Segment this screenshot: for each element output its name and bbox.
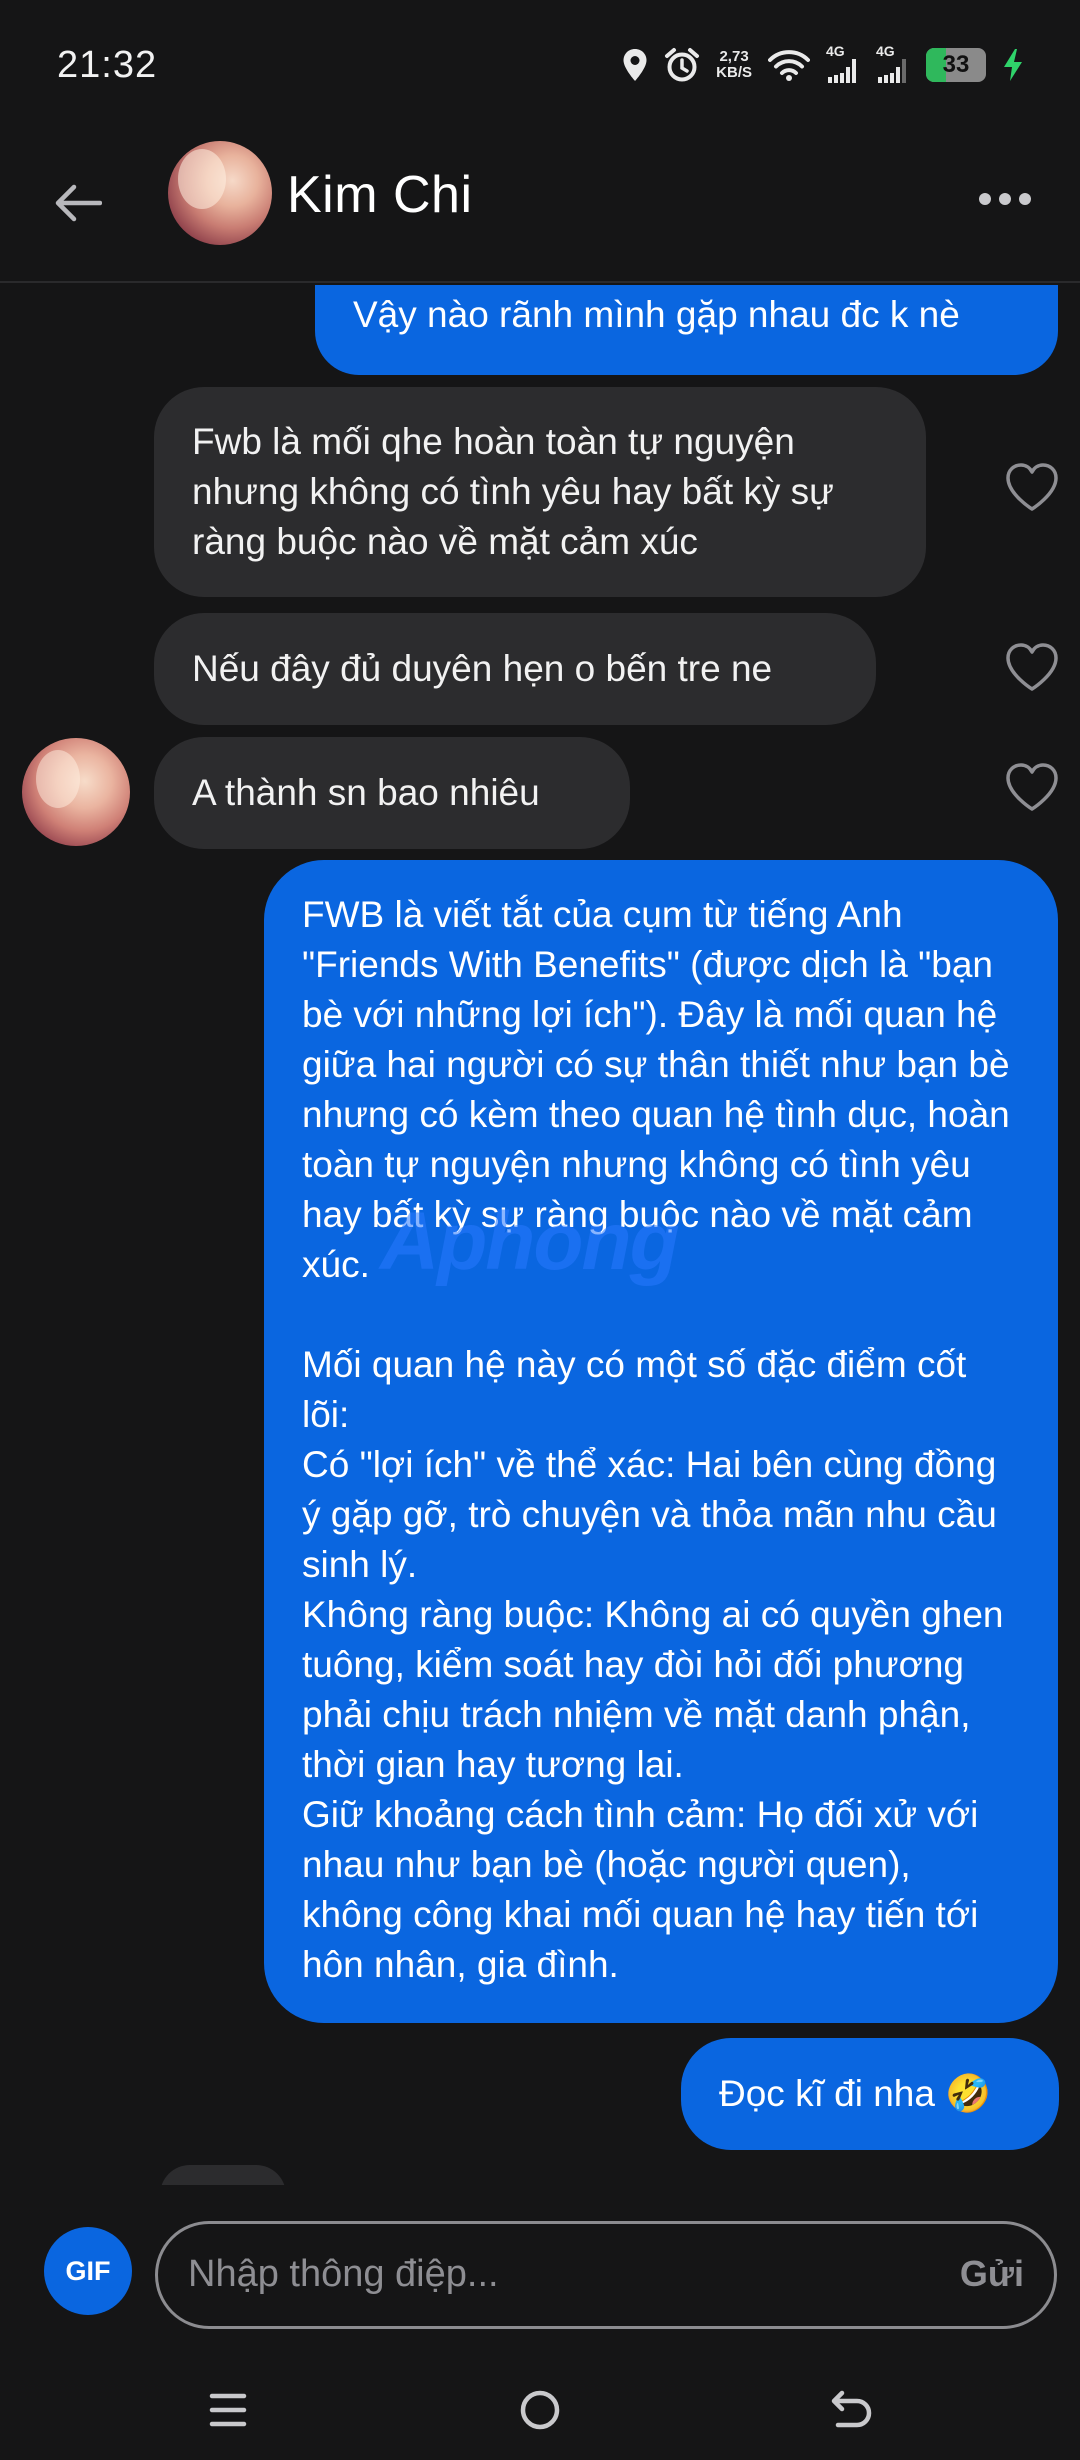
message-input-placeholder: Nhập thông điệp... [188, 2253, 499, 2295]
status-time: 21:32 [57, 44, 158, 86]
more-horizontal-icon [979, 193, 991, 205]
system-nav-bar [0, 2365, 1080, 2460]
alarm-icon [665, 48, 700, 82]
signal-bars-icon [878, 59, 906, 83]
menu-lines-icon [209, 2393, 247, 2427]
network-speed-unit: KB/S [716, 64, 752, 81]
network-speed-value: 2,73 [719, 48, 749, 65]
signal-bars-icon [828, 59, 856, 83]
message-incoming[interactable]: Fwb là mối qhe hoàn toàn tự nguyện nhưng… [154, 387, 926, 597]
chat-header: Kim Chi [0, 135, 1080, 283]
back-button[interactable] [46, 171, 110, 235]
home-circle-icon [520, 2390, 560, 2430]
message-text: Vậy nào rãnh mình gặp nhau đc k nè [353, 294, 960, 335]
signal-4g-1: 4G [826, 43, 860, 85]
message-composer: GIF Nhập thông điệp... Gửi [0, 2185, 1080, 2365]
location-icon [623, 49, 647, 81]
more-options-button[interactable] [970, 179, 1040, 219]
send-button[interactable]: Gửi [960, 2253, 1024, 2295]
signal-4g-2: 4G [876, 43, 910, 85]
home-button[interactable] [500, 2375, 580, 2445]
heart-react-icon[interactable] [1004, 461, 1060, 513]
message-text: FWB là viết tắt của cụm từ tiếng Anh "Fr… [302, 894, 1010, 1985]
message-outgoing[interactable]: Đọc kĩ đi nha 🤣 [681, 2038, 1059, 2150]
arrow-left-icon [55, 184, 102, 222]
message-list[interactable]: Vậy nào rãnh mình gặp nhau đc k nè Fwb l… [0, 285, 1080, 2185]
system-back-button[interactable] [812, 2375, 892, 2445]
status-icons: 2,73 KB/S 4G 4G 33 [622, 40, 1024, 90]
message-incoming[interactable]: A thành sn bao nhiêu [154, 737, 630, 849]
contact-name[interactable]: Kim Chi [287, 165, 473, 225]
message-text: Đọc kĩ đi nha 🤣 [719, 2073, 992, 2114]
heart-react-icon[interactable] [1004, 641, 1060, 693]
gif-button[interactable]: GIF [44, 2227, 132, 2315]
message-outgoing[interactable]: Vậy nào rãnh mình gặp nhau đc k nè [315, 285, 1058, 375]
message-text: Fwb là mối qhe hoàn toàn tự nguyện nhưng… [192, 421, 834, 562]
message-outgoing[interactable]: FWB là viết tắt của cụm từ tiếng Anh "Fr… [264, 860, 1058, 2023]
battery-level: 33 [942, 51, 970, 78]
message-text: A thành sn bao nhiêu [192, 772, 540, 813]
chat-screen: 21:32 2,73 KB/S 4G 4G 33 Kim Chi Vậy nào… [0, 0, 1080, 2460]
battery-indicator: 33 [926, 48, 986, 82]
message-input[interactable]: Nhập thông điệp... Gửi [155, 2221, 1057, 2329]
heart-react-icon[interactable] [1004, 761, 1060, 813]
message-text: Nếu đây đủ duyên hẹn o bến tre ne [192, 648, 773, 689]
charging-bolt-icon [1004, 49, 1022, 81]
back-arrow-icon [831, 2390, 872, 2428]
status-bar: 21:32 2,73 KB/S 4G 4G 33 [0, 0, 1080, 135]
recent-apps-button[interactable] [188, 2375, 268, 2445]
sender-avatar[interactable] [22, 738, 130, 846]
message-incoming[interactable]: Nếu đây đủ duyên hẹn o bến tre ne [154, 613, 876, 725]
message-incoming-partial [160, 2165, 286, 2185]
network-speed: 2,73 KB/S [716, 49, 752, 81]
wifi-icon [768, 50, 810, 81]
contact-avatar[interactable] [168, 141, 272, 245]
